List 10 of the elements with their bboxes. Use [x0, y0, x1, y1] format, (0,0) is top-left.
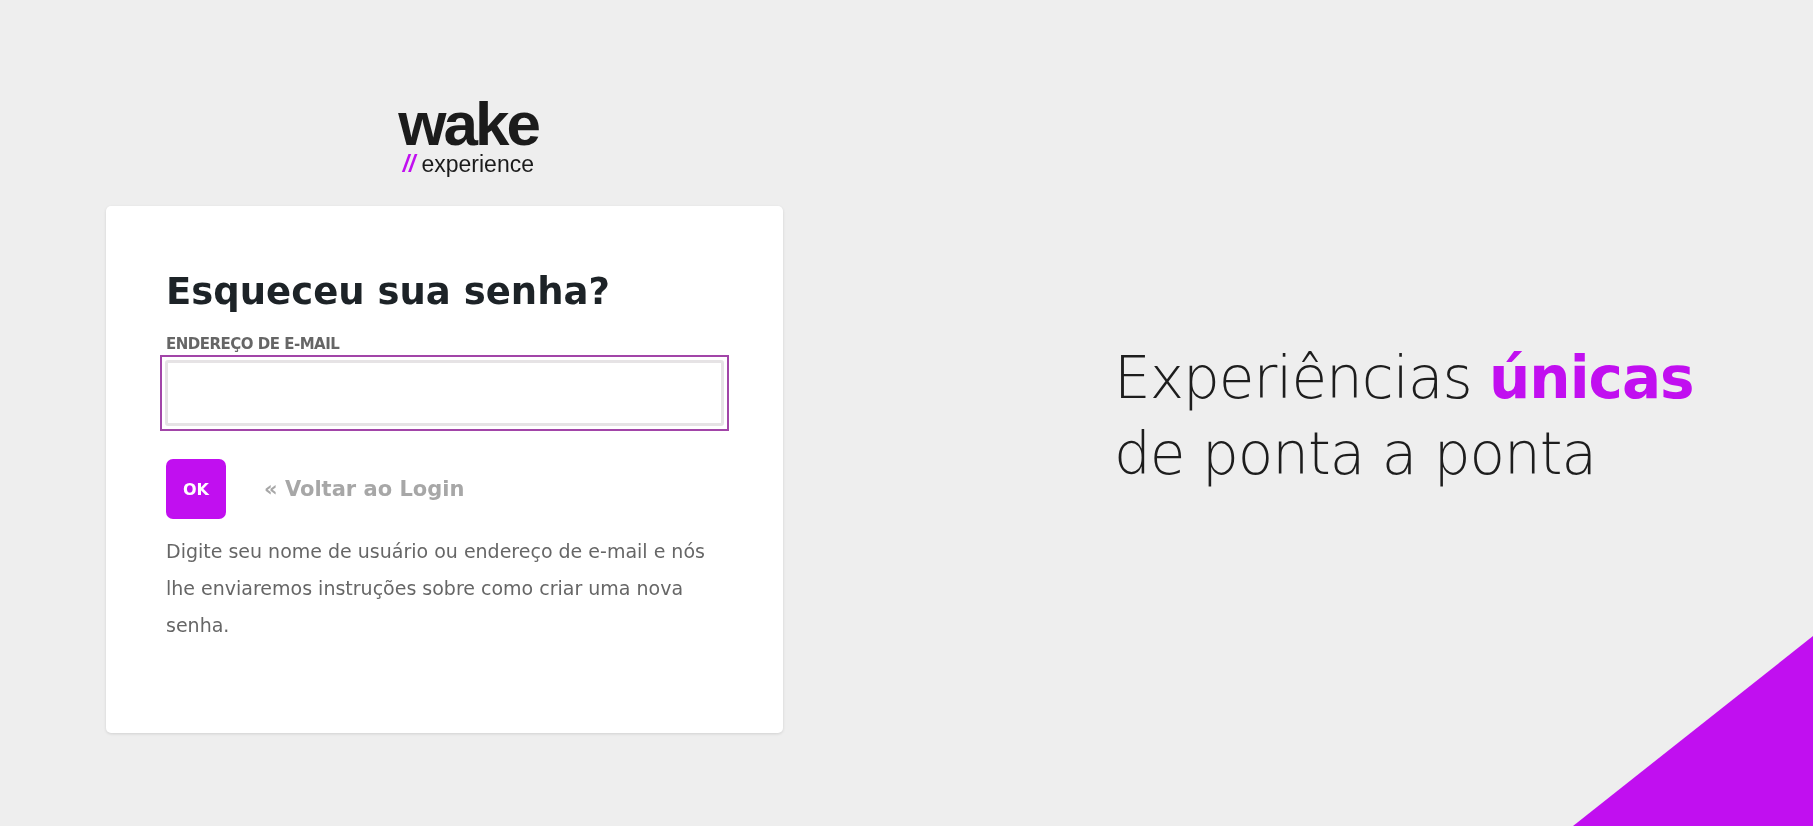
form-title: Esqueceu sua senha? — [166, 270, 611, 313]
back-to-login-link[interactable]: « Voltar ao Login — [264, 477, 465, 501]
logo-wordmark: wake — [398, 96, 538, 152]
email-field[interactable] — [160, 355, 729, 431]
help-text: Digite seu nome de usuário ou endereço de e-mail e nós lhe enviaremos instruções sobre como criar uma nova senha. — [166, 539, 706, 638]
logo-mark: // — [402, 152, 416, 176]
email-label: ENDEREÇO DE E-MAIL — [166, 335, 341, 353]
ok-button[interactable]: OK — [166, 459, 226, 519]
logo-tagline: experience — [421, 152, 534, 176]
hero-headline: Experiências únicas de ponta a ponta — [1114, 343, 1695, 490]
